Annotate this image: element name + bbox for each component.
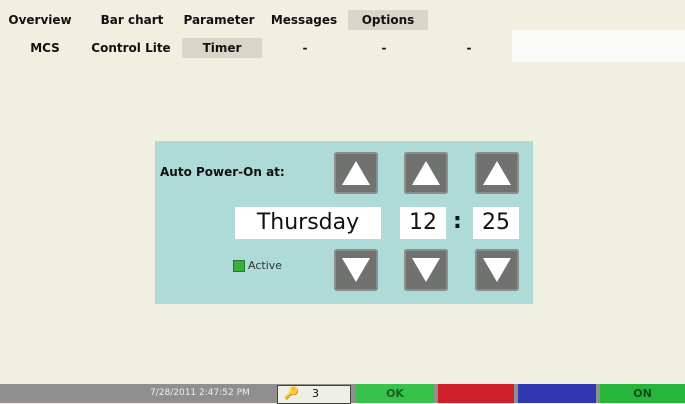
- subtab-mcs[interactable]: MCS: [22, 38, 68, 58]
- up-arrow-icon: [483, 161, 511, 185]
- hour-down-button[interactable]: [404, 249, 448, 291]
- down-arrow-icon: [483, 258, 511, 282]
- hour-display: 12: [400, 207, 446, 239]
- sub-tabbar: MCS Control Lite Timer - - -: [0, 30, 685, 62]
- time-separator: :: [453, 209, 462, 234]
- day-display: Thursday: [235, 207, 381, 239]
- ok-button[interactable]: OK: [356, 384, 434, 403]
- down-arrow-icon: [412, 258, 440, 282]
- active-label: Active: [248, 259, 283, 272]
- access-level[interactable]: 🔑 3: [277, 385, 351, 404]
- top-tabbar: Overview Bar chart Parameter Messages Op…: [0, 8, 685, 30]
- status-bar: 7/28/2011 2:47:52 PM 🔑 3 OK ON: [0, 384, 685, 404]
- tab-options[interactable]: Options: [348, 10, 428, 30]
- minute-up-button[interactable]: [475, 152, 519, 194]
- active-indicator[interactable]: Active: [233, 258, 282, 274]
- minute-down-button[interactable]: [475, 249, 519, 291]
- subtab-timer[interactable]: Timer: [182, 38, 262, 58]
- day-up-button[interactable]: [334, 152, 378, 194]
- on-button[interactable]: ON: [600, 384, 685, 403]
- subtab-control-lite[interactable]: Control Lite: [88, 38, 174, 58]
- subtab-empty-3[interactable]: -: [449, 38, 489, 58]
- tab-messages[interactable]: Messages: [269, 10, 339, 30]
- key-icon: 🔑: [284, 386, 299, 400]
- stop-button[interactable]: [438, 384, 514, 403]
- hour-up-button[interactable]: [404, 152, 448, 194]
- active-led-icon: [233, 260, 245, 272]
- tab-parameter[interactable]: Parameter: [181, 10, 257, 30]
- day-down-button[interactable]: [334, 249, 378, 291]
- minute-display: 25: [473, 207, 519, 239]
- subtab-empty-1[interactable]: -: [285, 38, 325, 58]
- auto-power-on-panel: Auto Power-On at: Thursday 12 : 25 Activ…: [155, 141, 533, 304]
- down-arrow-icon: [342, 258, 370, 282]
- subtab-empty-2[interactable]: -: [364, 38, 404, 58]
- access-level-value: 3: [312, 387, 319, 400]
- up-arrow-icon: [412, 161, 440, 185]
- auto-power-on-label: Auto Power-On at:: [160, 165, 285, 179]
- timestamp: 7/28/2011 2:47:52 PM: [150, 388, 250, 398]
- tab-overview[interactable]: Overview: [6, 10, 74, 30]
- tab-bar-chart[interactable]: Bar chart: [95, 10, 169, 30]
- blue-button[interactable]: [518, 384, 596, 403]
- up-arrow-icon: [342, 161, 370, 185]
